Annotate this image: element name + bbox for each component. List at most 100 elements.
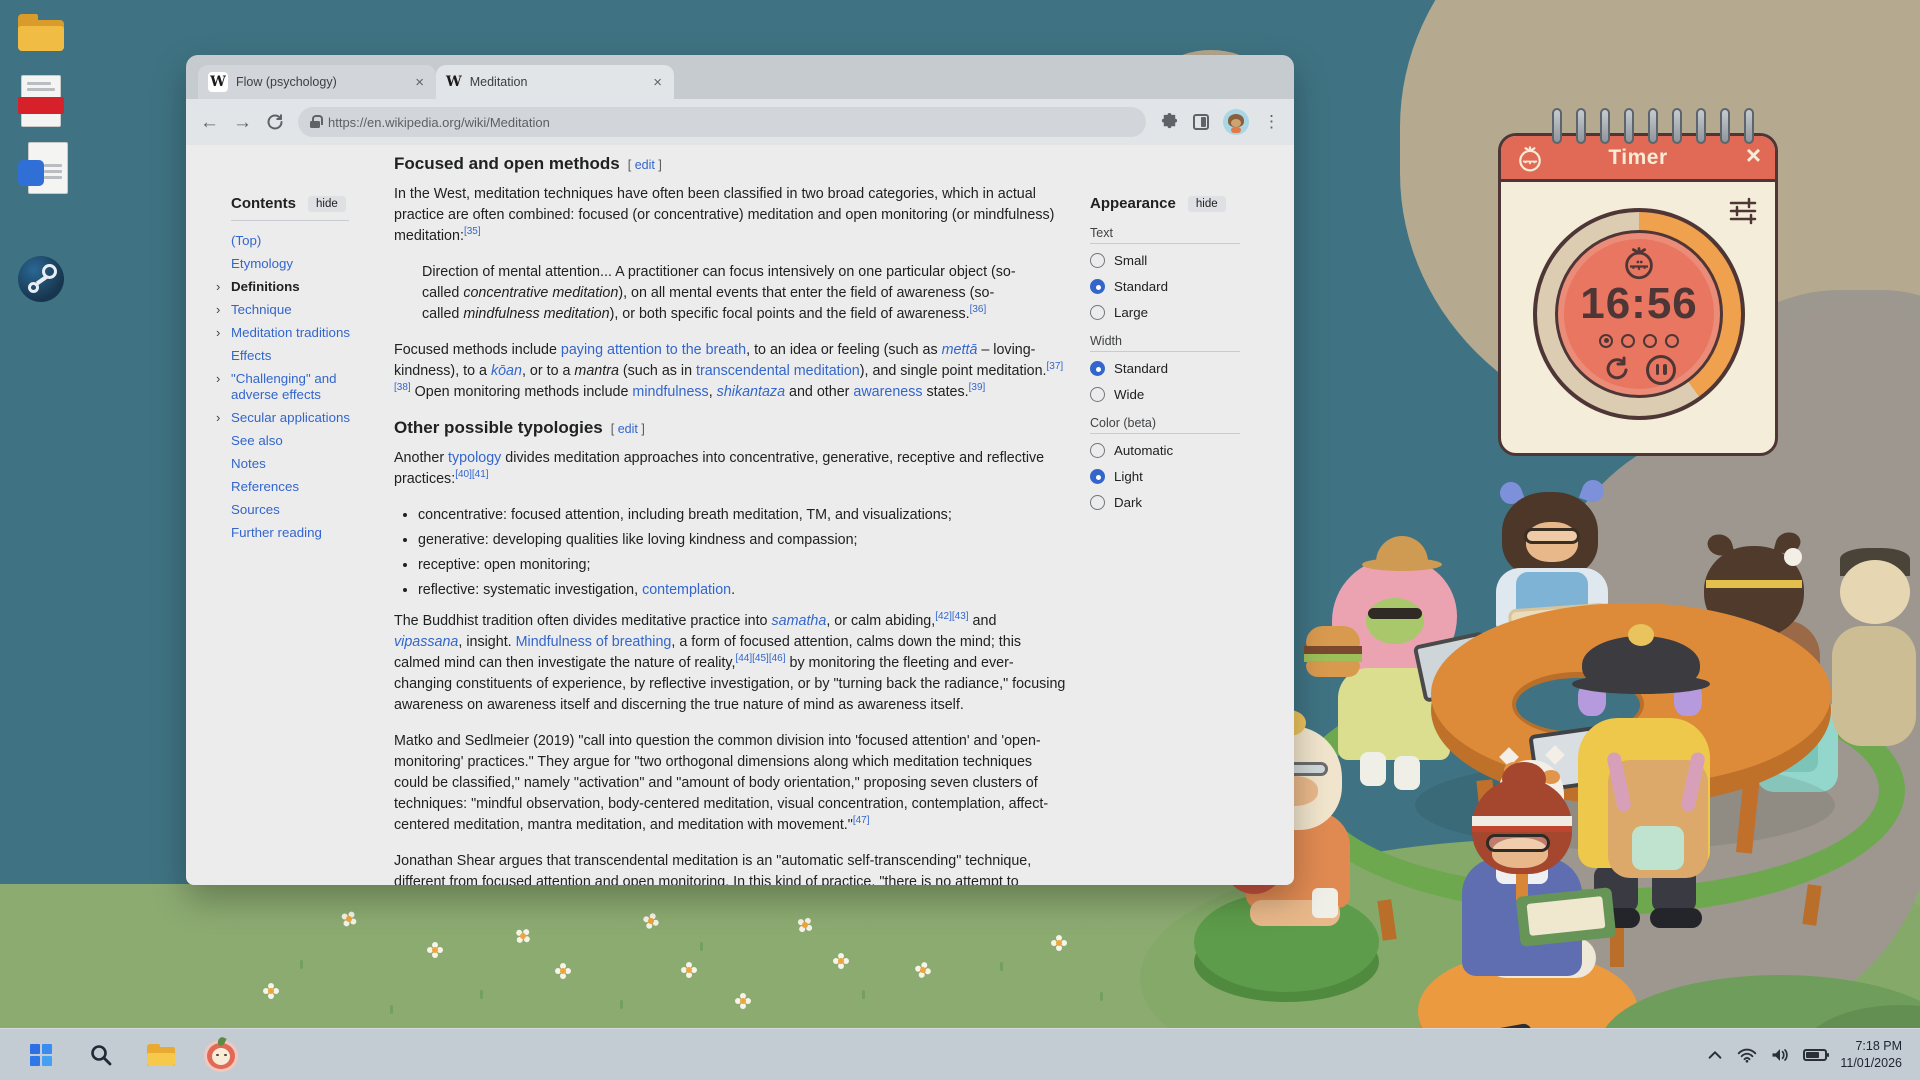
tab-meditation[interactable]: W Meditation × [436, 65, 674, 99]
article-link[interactable]: vipassana [394, 634, 458, 650]
pdf-red-band [18, 97, 64, 114]
windows-start-icon [30, 1044, 52, 1066]
back-icon[interactable]: ← [200, 113, 219, 132]
extensions-puzzle-icon[interactable] [1160, 113, 1179, 132]
chevron-right-icon[interactable]: › [216, 302, 220, 318]
browser-window: W Flow (psychology) × W Meditation × ← →… [186, 55, 1294, 885]
volume-icon[interactable] [1770, 1046, 1790, 1064]
article-link[interactable]: shikantaza [717, 384, 785, 400]
windows-start-button[interactable] [22, 1036, 60, 1074]
close-icon[interactable]: × [651, 74, 664, 91]
tab-flow-psychology[interactable]: W Flow (psychology) × [198, 65, 436, 99]
address-bar[interactable]: https://en.wikipedia.org/wiki/Meditation [298, 107, 1146, 137]
wifi-icon[interactable] [1737, 1046, 1757, 1064]
desktop-steam-icon[interactable] [18, 256, 66, 306]
radio-text-small[interactable]: Small [1090, 253, 1240, 268]
session-dot [1665, 334, 1679, 348]
file-explorer-button[interactable] [142, 1036, 180, 1074]
close-icon[interactable]: × [413, 74, 426, 91]
toc-item-references[interactable]: References [219, 479, 367, 495]
battery-icon[interactable] [1803, 1049, 1827, 1061]
grass-blade [480, 990, 483, 999]
article-link[interactable]: contemplation [642, 582, 731, 598]
article-link[interactable]: typology [448, 450, 501, 466]
toc-title: Contents [231, 195, 296, 212]
reference-link[interactable]: [42][43] [935, 611, 968, 622]
radio-text-standard[interactable]: Standard [1090, 279, 1240, 294]
toc-item-etymology[interactable]: Etymology [219, 256, 367, 272]
toc-item-effects[interactable]: Effects [219, 348, 367, 364]
toc-item-notes[interactable]: Notes [219, 456, 367, 472]
reference-link[interactable]: [40][41] [455, 469, 488, 480]
radio-width-standard[interactable]: Standard [1090, 361, 1240, 376]
toc-item-secular-applications[interactable]: ›Secular applications [219, 410, 367, 426]
chevron-right-icon[interactable]: › [216, 410, 220, 426]
spiral-ring [1648, 108, 1658, 144]
list-item: reflective: systematic investigation, co… [418, 580, 1066, 601]
word-blue-square [18, 160, 44, 186]
restart-icon[interactable] [1602, 355, 1632, 385]
radio-color-light[interactable]: Light [1090, 469, 1240, 484]
article-link[interactable]: mindfulness [632, 384, 708, 400]
grass-blade [300, 960, 303, 969]
forward-icon[interactable]: → [233, 113, 252, 132]
article-link[interactable]: samatha [772, 613, 827, 629]
article-link[interactable]: paying attention to the breath [561, 342, 746, 358]
radio-selected-icon [1090, 279, 1105, 294]
appearance-hide-button[interactable]: hide [1188, 196, 1226, 212]
flower-decoration [560, 968, 566, 974]
edit-link[interactable]: [ edit ] [611, 422, 645, 436]
reference-link[interactable]: [35] [464, 226, 481, 237]
article-content: Focused and open methods[ edit ] In the … [394, 148, 1066, 885]
search-button[interactable] [82, 1036, 120, 1074]
reference-link[interactable]: [36] [970, 304, 987, 315]
tomato-icon [1619, 244, 1659, 280]
toc-item-definitions[interactable]: ›Definitions [219, 279, 367, 295]
flower-decoration [432, 947, 438, 953]
edit-link[interactable]: [ edit ] [628, 158, 662, 172]
taskbar-clock[interactable]: 7:18 PM 11/01/2026 [1840, 1038, 1902, 1072]
toc-hide-button[interactable]: hide [308, 196, 346, 212]
chevron-right-icon[interactable]: › [216, 279, 220, 295]
radio-width-wide[interactable]: Wide [1090, 387, 1240, 402]
reference-link[interactable]: [47] [853, 815, 870, 826]
menu-kebab-icon[interactable]: ⋮ [1263, 112, 1280, 132]
list-item: concentrative: focused attention, includ… [418, 505, 1066, 526]
toc-item-challenging[interactable]: ›"Challenging" and adverse effects [219, 371, 367, 403]
toc-item-top[interactable]: (Top) [219, 233, 367, 249]
chevron-up-icon[interactable] [1706, 1047, 1724, 1063]
toc-item-sources[interactable]: Sources [219, 502, 367, 518]
side-panel-icon[interactable] [1193, 114, 1209, 130]
radio-color-dark[interactable]: Dark [1090, 495, 1240, 510]
browser-toolbar: ← → https://en.wikipedia.org/wiki/Medita… [186, 99, 1294, 145]
file-explorer-icon [147, 1044, 175, 1066]
article-link[interactable]: kōan [491, 363, 522, 379]
desktop-word-icon[interactable] [18, 142, 66, 198]
toc-item-further-reading[interactable]: Further reading [219, 525, 367, 541]
toc-item-see-also[interactable]: See also [219, 433, 367, 449]
article-link[interactable]: transcendental meditation [696, 363, 860, 379]
desktop-pdf-icon[interactable] [18, 75, 66, 129]
sliders-icon[interactable] [1727, 196, 1759, 226]
article-link[interactable]: awareness [853, 384, 922, 400]
profile-avatar[interactable] [1223, 109, 1249, 135]
reference-link[interactable]: [39] [969, 382, 986, 393]
reference-link[interactable]: [44][45][46] [735, 653, 785, 664]
avatar-character [1231, 119, 1241, 127]
reload-icon[interactable] [266, 113, 284, 131]
desktop-folder-icon[interactable] [18, 14, 66, 54]
close-icon[interactable]: × [1746, 140, 1761, 171]
radio-icon [1090, 305, 1105, 320]
radio-color-automatic[interactable]: Automatic [1090, 443, 1240, 458]
pomodoro-app-button[interactable] [202, 1036, 240, 1074]
radio-icon [1090, 253, 1105, 268]
chevron-right-icon[interactable]: › [216, 371, 220, 387]
article-link[interactable]: Mindfulness of breathing [516, 634, 672, 650]
paragraph: Focused methods include paying attention… [394, 340, 1066, 403]
chevron-right-icon[interactable]: › [216, 325, 220, 341]
radio-text-large[interactable]: Large [1090, 305, 1240, 320]
toc-item-technique[interactable]: ›Technique [219, 302, 367, 318]
pause-icon[interactable] [1646, 355, 1676, 385]
toc-item-meditation-traditions[interactable]: ›Meditation traditions [219, 325, 367, 341]
article-link[interactable]: mettā [942, 342, 978, 358]
